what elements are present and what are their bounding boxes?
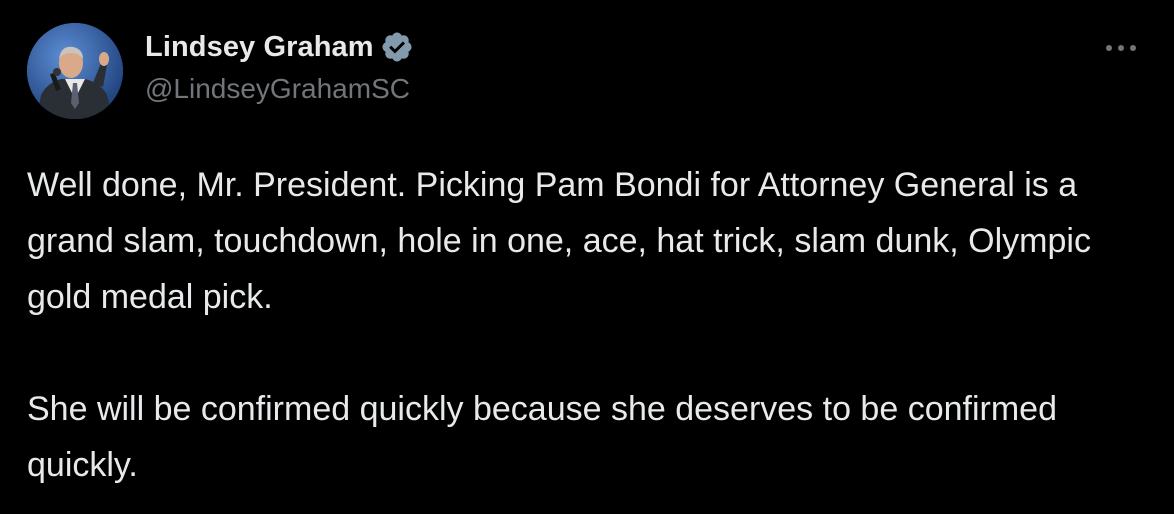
more-options-icon[interactable] xyxy=(1097,30,1145,66)
avatar-photo xyxy=(27,23,123,119)
verified-badge-icon[interactable] xyxy=(380,30,414,64)
avatar[interactable] xyxy=(27,23,123,119)
tweet-text: Well done, Mr. President. Picking Pam Bo… xyxy=(27,157,1137,493)
handle[interactable]: @LindseyGrahamSC xyxy=(145,73,414,105)
name-row: Lindsey Graham xyxy=(145,27,414,67)
tweet-paragraph: She will be confirmed quickly because sh… xyxy=(27,390,1057,484)
display-name[interactable]: Lindsey Graham xyxy=(145,31,374,64)
tweet-paragraph: Well done, Mr. President. Picking Pam Bo… xyxy=(27,166,1091,316)
author-info: Lindsey Graham @LindseyGrahamSC xyxy=(145,27,414,105)
tweet-card: Lindsey Graham @LindseyGrahamSC Well don… xyxy=(0,0,1174,514)
